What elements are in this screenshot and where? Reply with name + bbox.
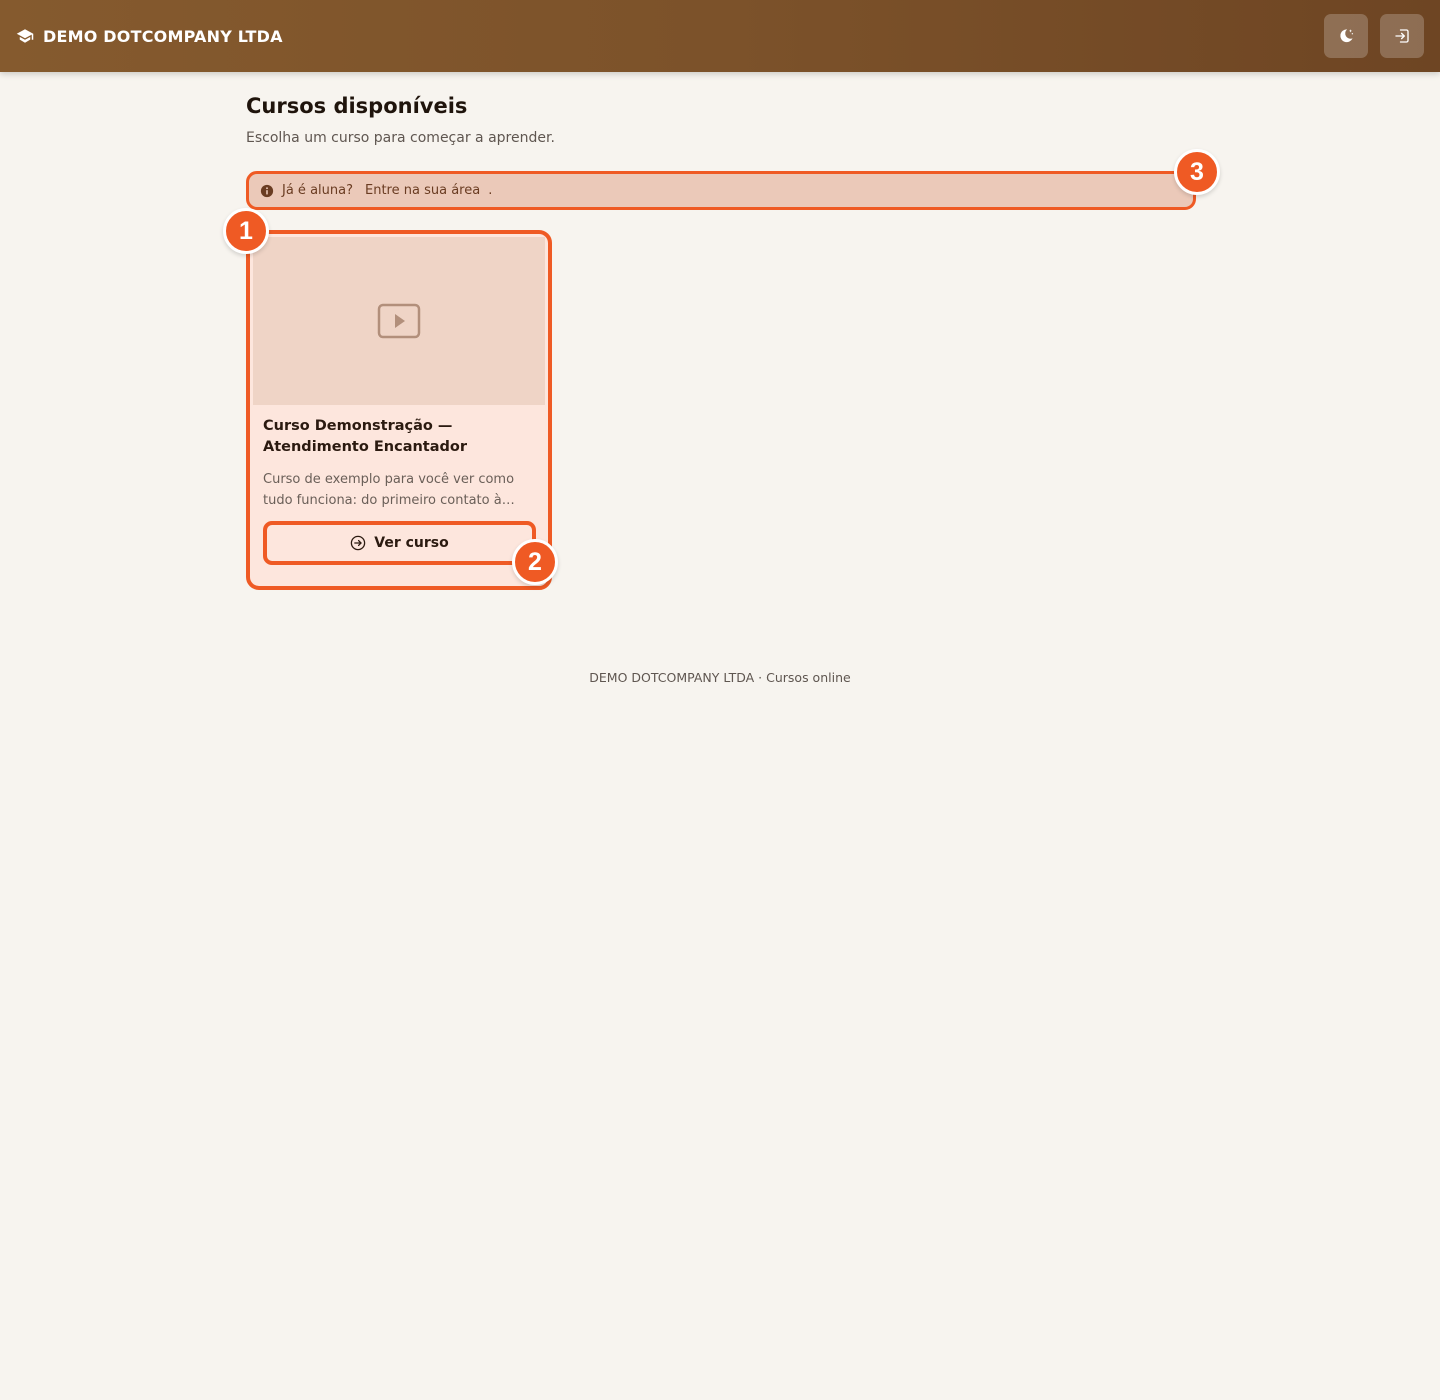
top-navbar: DEMO DOTCOMPANY LTDA <box>0 0 1440 72</box>
page-subtitle: Escolha um curso para começar a aprender… <box>246 130 555 146</box>
view-course-label: Ver curso <box>374 535 449 551</box>
brand-name: DEMO DOTCOMPANY LTDA <box>43 26 283 46</box>
footer: DEMO DOTCOMPANY LTDA · Cursos online <box>0 670 1440 685</box>
annotation-badge-1: 1 <box>223 208 269 254</box>
course-title: Curso Demonstração — Atendimento Encanta… <box>263 418 468 455</box>
arrow-right-circle-icon <box>351 535 366 551</box>
info-circle-icon <box>260 184 274 197</box>
sign-in-icon <box>1395 29 1409 43</box>
brand-link[interactable]: DEMO DOTCOMPANY LTDA <box>16 24 283 48</box>
page-title: Cursos disponíveis <box>246 94 468 118</box>
course-card[interactable]: Curso Demonstração — Atendimento Encanta… <box>246 230 552 590</box>
course-thumbnail <box>253 237 545 405</box>
course-description: Curso de exemplo para você ver como tudo… <box>263 472 515 508</box>
student-area-link[interactable]: Entre na sua área <box>365 183 480 198</box>
video-play-icon <box>377 303 421 339</box>
alert-text: Já é aluna? <box>282 183 353 198</box>
graduation-cap-icon <box>16 29 34 43</box>
login-alert: Já é aluna? Entre na sua área . <box>246 171 1196 210</box>
alert-period: . <box>488 183 493 198</box>
theme-toggle-button[interactable] <box>1324 14 1368 58</box>
login-button[interactable] <box>1380 14 1424 58</box>
footer-text: DEMO DOTCOMPANY LTDA · Cursos online <box>589 670 851 685</box>
view-course-button[interactable]: Ver curso <box>263 521 536 565</box>
annotation-badge-3: 3 <box>1174 149 1220 195</box>
moon-stars-icon <box>1340 29 1354 43</box>
annotation-badge-2: 2 <box>512 539 558 585</box>
